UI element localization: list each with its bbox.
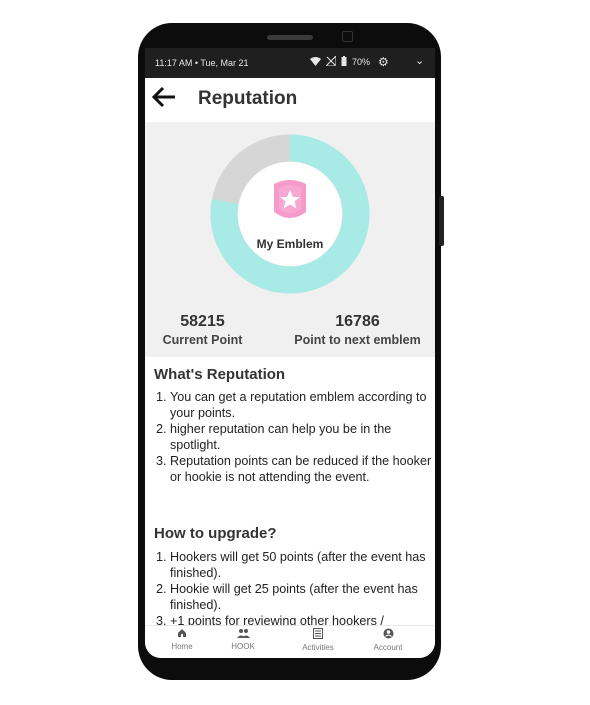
list-item: Hookers will get 50 points (after the ev…	[170, 549, 435, 581]
whats-reputation-list: You can get a reputation emblem accordin…	[154, 389, 435, 485]
whats-reputation-heading: What's Reputation	[154, 366, 286, 383]
how-to-upgrade-list: Hookers will get 50 points (after the ev…	[154, 549, 435, 625]
bottom-nav: Home HOOK Activities Account	[145, 625, 435, 658]
nav-label: HOOK	[231, 642, 255, 651]
next-emblem-value: 16786	[335, 313, 380, 330]
status-icons: 70%	[310, 54, 371, 68]
list-item: higher reputation can help you be in the…	[170, 421, 435, 453]
emblem-section: My Emblem 58215 Current Point 16786 Poin…	[145, 122, 435, 357]
list-item: Hookie will get 25 points (after the eve…	[170, 581, 435, 613]
nav-activities[interactable]: Activities	[298, 628, 338, 652]
status-time: 11:17 AM • Tue, Mar 21	[155, 58, 249, 68]
current-point-label: Current Point	[162, 333, 243, 347]
app-bar: Reputation	[145, 78, 435, 122]
info-content[interactable]: What's Reputation You can get a reputati…	[145, 357, 435, 625]
status-bar: 11:17 AM • Tue, Mar 21 70% ⚙ ⌄	[145, 48, 435, 78]
emblem-progress-ring	[210, 134, 370, 294]
chevron-down-icon[interactable]: ⌄	[415, 54, 424, 67]
page-title: Reputation	[198, 88, 298, 109]
nav-label: Account	[373, 643, 403, 652]
current-point-value: 58215	[180, 313, 225, 330]
gear-icon[interactable]: ⚙	[378, 55, 389, 69]
next-emblem-stat: 16786 Point to next emblem	[285, 313, 430, 347]
current-point-stat: 58215 Current Point	[155, 313, 250, 347]
emblem-badge-icon	[274, 180, 306, 218]
people-icon	[228, 628, 258, 642]
battery-percent: 70%	[352, 57, 371, 67]
phone-speaker	[267, 35, 313, 40]
how-to-upgrade-heading: How to upgrade?	[154, 525, 277, 542]
back-arrow-icon[interactable]	[151, 86, 177, 112]
next-emblem-label: Point to next emblem	[294, 333, 421, 347]
nav-account[interactable]: Account	[370, 628, 406, 652]
nav-home[interactable]: Home	[167, 628, 197, 651]
phone-camera	[342, 31, 353, 42]
battery-icon	[341, 56, 347, 68]
account-icon	[370, 628, 406, 643]
nav-hook[interactable]: HOOK	[228, 628, 258, 651]
screen: 11:17 AM • Tue, Mar 21 70% ⚙ ⌄ Reputatio…	[145, 48, 435, 658]
list-item: Reputation points can be reduced if the …	[170, 453, 435, 485]
list-icon	[298, 628, 338, 643]
nav-label: Activities	[302, 643, 334, 652]
phone-side-button	[439, 196, 444, 246]
emblem-label: My Emblem	[256, 237, 324, 251]
list-item: +1 points for reviewing other hookers /	[170, 613, 435, 625]
list-item: You can get a reputation emblem accordin…	[170, 389, 435, 421]
signal-off-icon	[324, 54, 337, 68]
home-icon	[167, 628, 197, 642]
wifi-icon	[310, 56, 321, 68]
nav-label: Home	[171, 642, 193, 651]
